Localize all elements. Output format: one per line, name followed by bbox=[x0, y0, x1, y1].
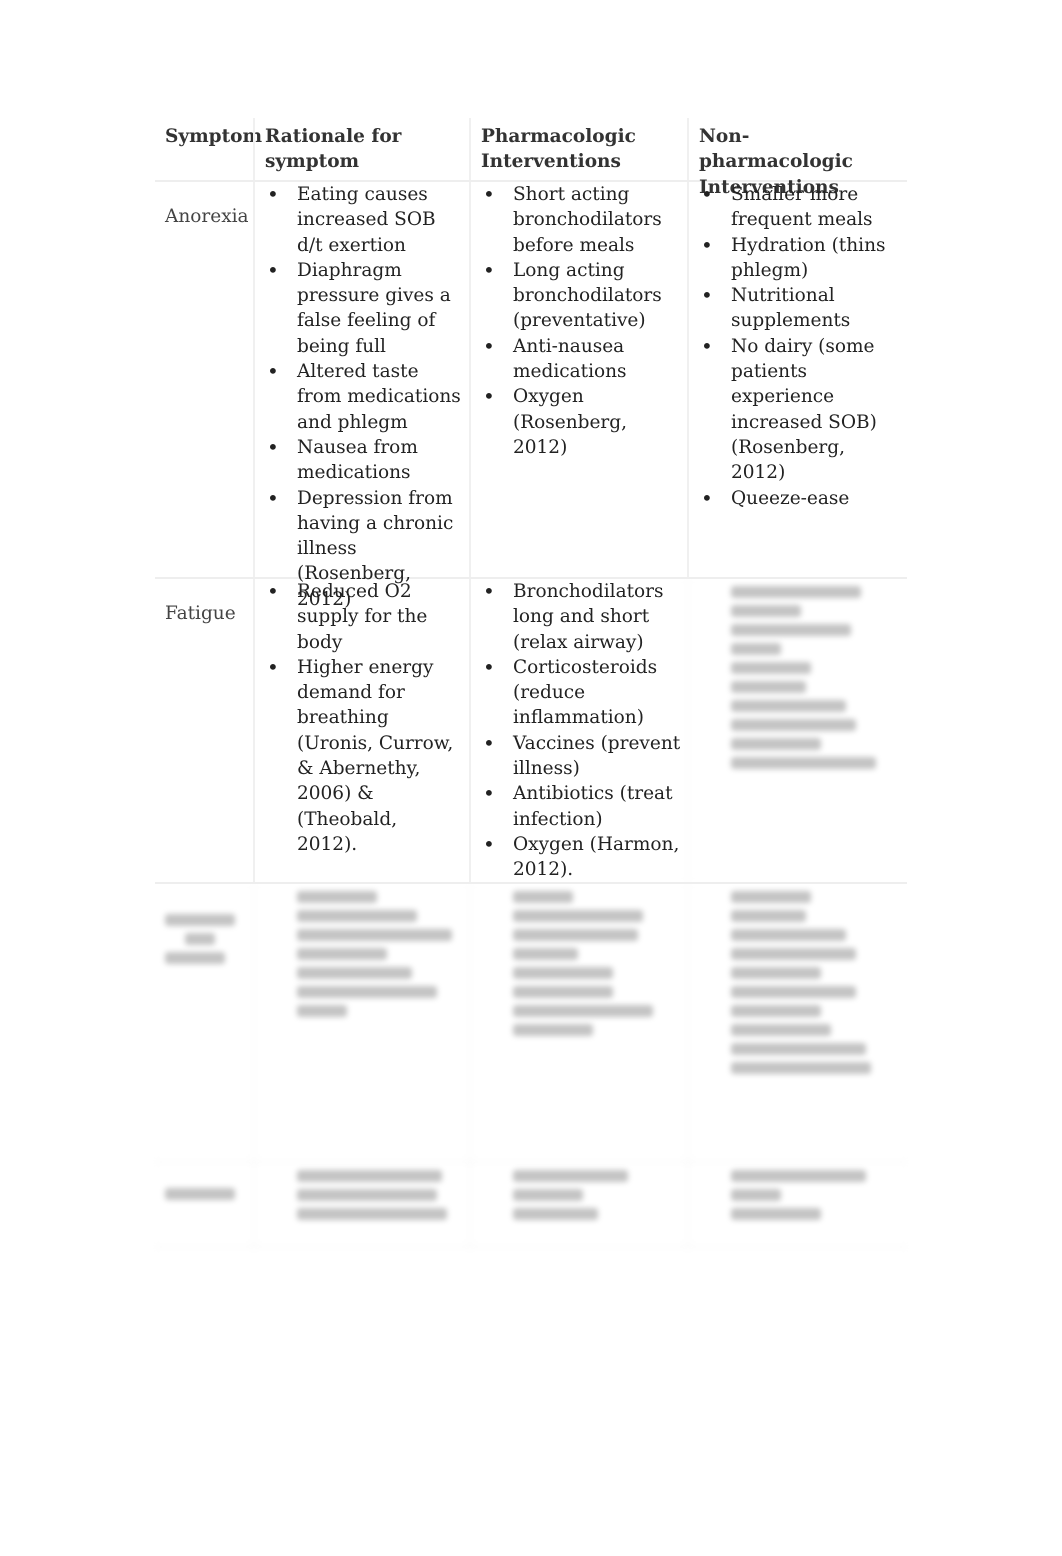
list-item: Oxygen (Rosenberg, 2012) bbox=[483, 384, 681, 460]
rationale-list: Reduced O2 supply for the body Higher en… bbox=[265, 579, 463, 857]
symptom-cell: Fatigue bbox=[165, 603, 236, 624]
blurred-content bbox=[687, 579, 907, 882]
list-item: Hydration (thins phlegm) bbox=[701, 233, 901, 284]
list-item: Anti-nausea medications bbox=[483, 334, 681, 385]
list-item: Smaller more frequent meals bbox=[701, 182, 901, 233]
list-item: Nausea from medications bbox=[267, 435, 463, 486]
symptom-cell: Anorexia bbox=[165, 206, 249, 227]
header-nonpharm: Non-pharmacologic Interventions bbox=[687, 118, 907, 198]
list-item: Bronchodilators long and short (relax ai… bbox=[483, 579, 681, 655]
header-pharm: Pharmacologic Interventions bbox=[469, 118, 687, 180]
list-item: Nutritional supplements bbox=[701, 283, 901, 334]
header-symptom: Symptom bbox=[165, 126, 263, 147]
list-item: Diaphragm pressure gives a false feeling… bbox=[267, 258, 463, 359]
list-item: Oxygen (Harmon, 2012). bbox=[483, 832, 681, 883]
list-item: Vaccines (prevent illness) bbox=[483, 731, 681, 782]
blurred-row bbox=[155, 1163, 907, 1248]
list-item: Antibiotics (treat infection) bbox=[483, 781, 681, 832]
list-item: Altered taste from medications and phleg… bbox=[267, 359, 463, 435]
pharm-list: Short acting bronchodilators before meal… bbox=[481, 182, 681, 460]
symptom-table: Symptom Rationale for symptom Pharmacolo… bbox=[155, 118, 907, 1248]
list-item: Corticosteroids (reduce inflammation) bbox=[483, 655, 681, 731]
list-item: Queeze-ease bbox=[701, 486, 901, 512]
list-item: Eating causes increased SOB d/t exertion bbox=[267, 182, 463, 258]
rationale-list: Eating causes increased SOB d/t exertion… bbox=[265, 182, 463, 612]
header-row: Symptom Rationale for symptom Pharmacolo… bbox=[155, 118, 907, 198]
table-row-fatigue: Fatigue Reduced O2 supply for the body H… bbox=[155, 579, 907, 884]
list-item: Reduced O2 supply for the body bbox=[267, 579, 463, 655]
list-item: Long acting bronchodilators (preventativ… bbox=[483, 258, 681, 334]
list-item: No dairy (some patients experience incre… bbox=[701, 334, 901, 486]
pharm-list: Bronchodilators long and short (relax ai… bbox=[481, 579, 681, 883]
header-rationale: Rationale for symptom bbox=[253, 118, 469, 180]
blurred-row bbox=[155, 884, 907, 1163]
nonpharm-list: Smaller more frequent meals Hydration (t… bbox=[699, 182, 901, 511]
list-item: Short acting bronchodilators before meal… bbox=[483, 182, 681, 258]
table-row-anorexia: Anorexia Eating causes increased SOB d/t… bbox=[155, 182, 907, 610]
list-item: Higher energy demand for breathing (Uron… bbox=[267, 655, 463, 857]
